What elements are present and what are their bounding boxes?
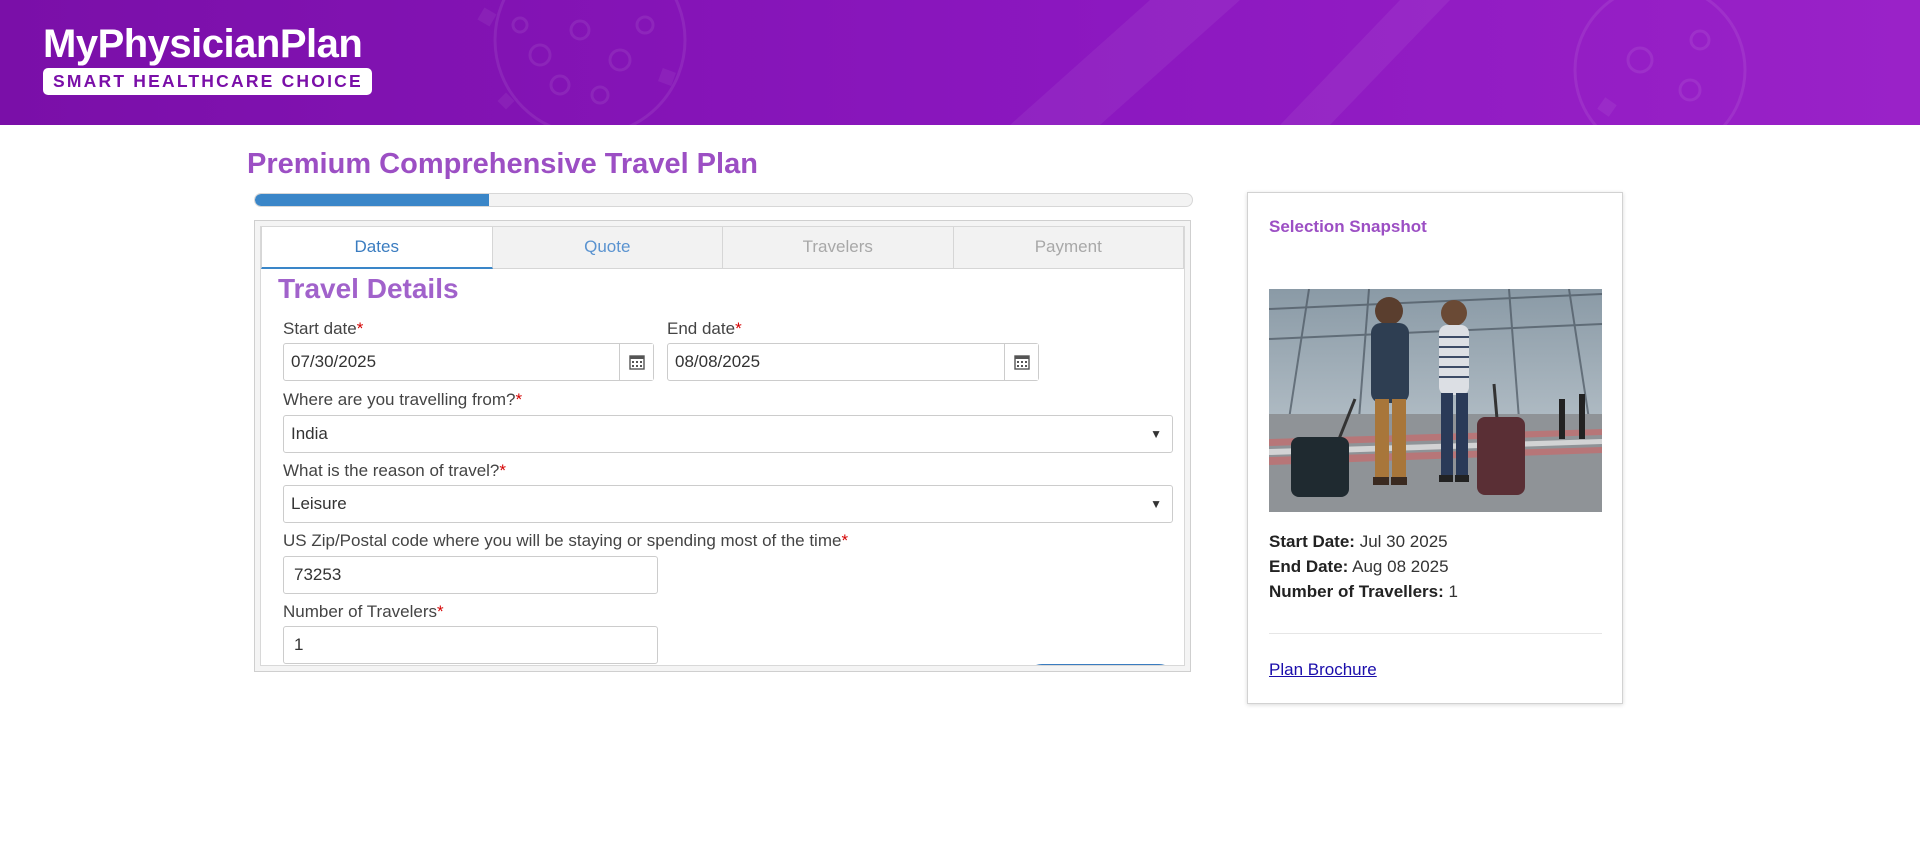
end-date-value: Aug 08 2025 [1352,557,1449,576]
tab-dates[interactable]: Dates [261,227,493,269]
progress-fill [255,194,490,206]
start-date-input[interactable] [284,344,619,380]
calendar-icon [628,355,645,370]
form-panel: Dates Quote Travelers Payment Travel Det… [254,220,1191,672]
page-title: Premium Comprehensive Travel Plan [247,148,758,180]
travellers-value: 1 [1448,582,1458,601]
snapshot-start-date: Start Date: Jul 30 2025 [1269,532,1448,552]
required-mark: * [735,319,742,338]
travelers-input[interactable] [283,626,658,664]
reason-value: Leisure [291,494,347,513]
snapshot-end-date: End Date: Aug 08 2025 [1269,557,1449,577]
reason-label: What is the reason of travel?* [283,461,506,481]
site-header: MyPhysicianPlan SMART HEALTHCARE CHOICE [0,0,1920,125]
travel-couple-photo [1269,289,1602,512]
start-date-key: Start Date: [1269,532,1355,551]
end-date-label-text: End date [667,319,736,338]
required-mark: * [437,602,444,621]
end-date-input[interactable] [668,344,1004,380]
end-date-field [667,343,1039,381]
selection-snapshot: Selection Snapshot Start Date: Jul 30 20… [1247,192,1623,704]
snapshot-title: Selection Snapshot [1269,217,1427,236]
required-mark: * [515,390,523,409]
travel-couple-illustration [1269,289,1602,512]
start-date-label: Start date* [283,319,363,339]
travelers-label-text: Number of Travelers [283,602,437,621]
zip-label: US Zip/Postal code where you will be sta… [283,531,848,551]
end-date-label: End date* [667,319,742,339]
travellers-key: Number of Travellers: [1269,582,1444,601]
reason-label-text: What is the reason of travel? [283,461,500,480]
start-date-label-text: Start date [283,319,357,338]
logo-title: MyPhysicianPlan [43,22,363,66]
chevron-down-icon: ▼ [1150,497,1162,511]
travelers-label: Number of Travelers* [283,602,444,622]
start-date-calendar-button[interactable] [619,344,653,380]
tab-payment[interactable]: Payment [953,227,1184,269]
reason-select[interactable]: Leisure ▼ [283,485,1173,523]
tab-quote[interactable]: Quote [492,227,723,269]
next-button[interactable] [1024,664,1177,665]
from-country-select[interactable]: India ▼ [283,415,1173,453]
start-date-value: Jul 30 2025 [1359,532,1448,551]
form-inner: Dates Quote Travelers Payment Travel Det… [260,226,1185,666]
calendar-icon [1013,355,1030,370]
start-date-field [283,343,654,381]
required-mark: * [499,461,507,480]
from-country-value: India [291,424,328,443]
end-date-key: End Date: [1269,557,1349,576]
required-mark: * [841,531,849,550]
tab-travelers[interactable]: Travelers [723,227,954,269]
section-title: Travel Details [278,273,459,304]
required-mark: * [356,319,364,338]
chevron-down-icon: ▼ [1150,427,1162,441]
zip-input[interactable] [283,556,658,594]
plan-brochure-link[interactable]: Plan Brochure [1269,660,1377,680]
snapshot-divider [1269,633,1602,634]
zip-label-text: US Zip/Postal code where you will be sta… [283,531,842,550]
from-country-label-text: Where are you travelling from? [283,390,516,409]
snapshot-travellers: Number of Travellers: 1 [1269,582,1458,602]
from-country-label: Where are you travelling from?* [283,390,522,410]
progress-bar [254,193,1193,207]
logo-tagline: SMART HEALTHCARE CHOICE [43,68,372,95]
logo[interactable]: MyPhysicianPlan SMART HEALTHCARE CHOICE [43,22,372,95]
end-date-calendar-button[interactable] [1004,344,1038,380]
step-tabs: Dates Quote Travelers Payment [261,227,1184,269]
